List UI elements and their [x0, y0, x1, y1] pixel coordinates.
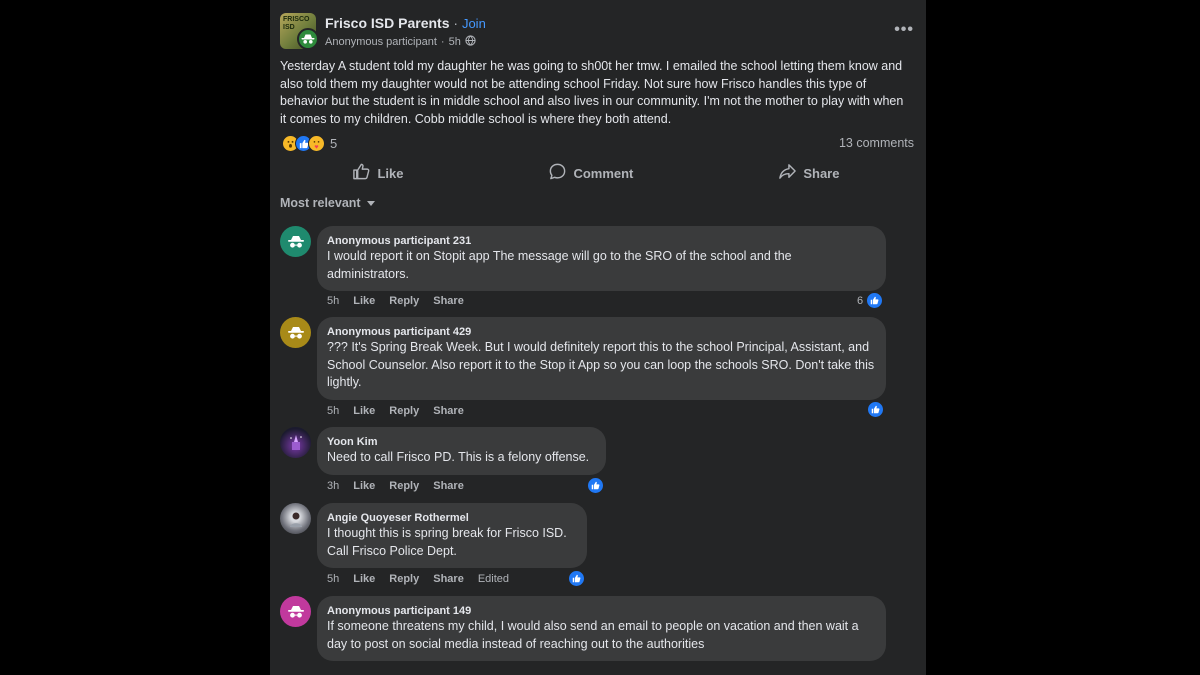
- comment-button-label: Comment: [573, 165, 634, 181]
- comment-share-link[interactable]: Share: [433, 295, 464, 307]
- comment-share-link[interactable]: Share: [433, 573, 464, 585]
- comment-actions: 5h Like Reply Share Edited: [327, 573, 509, 585]
- comment-count[interactable]: 13 comments: [839, 136, 914, 150]
- post-header: FRISCO ISD Frisco ISD Parents · Join Ano…: [280, 13, 920, 53]
- comment-reply-link[interactable]: Reply: [389, 295, 419, 307]
- comment-time[interactable]: 5h: [327, 573, 339, 585]
- comment-text: If someone threatens my child, I would a…: [327, 619, 859, 651]
- profile-avatar[interactable]: [280, 427, 311, 458]
- post-action-bar: Like Comment Share: [280, 158, 912, 188]
- post-time[interactable]: 5h: [449, 36, 461, 48]
- comment-like-count[interactable]: [867, 401, 884, 418]
- post-text: Yesterday A student told my daughter he …: [280, 59, 904, 126]
- facebook-post: FRISCO ISD Frisco ISD Parents · Join Ano…: [270, 0, 926, 675]
- comment-bubble: Anonymous participant 429 ??? It's Sprin…: [317, 317, 886, 400]
- comment-like-link[interactable]: Like: [353, 295, 375, 307]
- comment-like-link[interactable]: Like: [353, 405, 375, 417]
- like-reaction-icon: [587, 477, 604, 494]
- comment-bubble: Anonymous participant 231 I would report…: [317, 226, 886, 291]
- anonymous-avatar-icon: [297, 28, 319, 50]
- commenter-name[interactable]: Yoon Kim: [327, 435, 595, 449]
- separator-dot: ·: [440, 36, 445, 48]
- comment-bubble: Yoon Kim Need to call Frisco PD. This is…: [317, 427, 606, 475]
- post-author[interactable]: Anonymous participant: [325, 36, 437, 48]
- comment-text: Need to call Frisco PD. This is a felony…: [327, 450, 590, 464]
- comment-share-link[interactable]: Share: [433, 405, 464, 417]
- comment-like-count[interactable]: 6: [857, 292, 884, 309]
- caret-down-icon: [366, 200, 375, 206]
- comment-text: I thought this is spring break for Frisc…: [327, 526, 567, 558]
- group-name-line: Frisco ISD Parents · Join: [325, 15, 486, 31]
- anonymous-avatar-icon[interactable]: [280, 226, 311, 257]
- reaction-summary[interactable]: 5: [282, 135, 337, 152]
- globe-icon: [465, 35, 476, 49]
- separator-dot: ·: [453, 15, 459, 31]
- left-margin: [0, 0, 270, 675]
- comment-like-link[interactable]: Like: [353, 480, 375, 492]
- profile-avatar[interactable]: [280, 503, 311, 534]
- comment-actions: 5h Like Reply Share: [327, 405, 464, 417]
- join-link[interactable]: Join: [462, 16, 486, 31]
- sort-label: Most relevant: [280, 196, 361, 210]
- like-button-label: Like: [377, 165, 404, 181]
- reaction-count: 5: [330, 136, 338, 151]
- more-options-icon[interactable]: •••: [894, 21, 914, 39]
- commenter-name[interactable]: Anonymous participant 231: [327, 234, 875, 248]
- comment-text: ??? It's Spring Break Week. But I would …: [327, 340, 875, 389]
- like-reaction-icon: [867, 401, 884, 418]
- comment-like-link[interactable]: Like: [353, 573, 375, 585]
- comment-sort-dropdown[interactable]: Most relevant: [280, 196, 375, 210]
- commenter-name[interactable]: Angie Quoyeser Rothermel: [327, 511, 576, 525]
- anonymous-avatar-icon[interactable]: [280, 317, 311, 348]
- comment-like-count[interactable]: [568, 570, 585, 587]
- comment-reply-link[interactable]: Reply: [389, 573, 419, 585]
- commenter-name[interactable]: Anonymous participant 149: [327, 604, 875, 618]
- comment-time[interactable]: 5h: [327, 295, 339, 307]
- like-reaction-icon: [866, 292, 884, 309]
- like-reaction-icon: [568, 570, 585, 587]
- commenter-name[interactable]: Anonymous participant 429: [327, 325, 875, 339]
- edited-label: Edited: [477, 573, 510, 585]
- comment-bubble: Anonymous participant 149 If someone thr…: [317, 596, 886, 661]
- comment-reply-link[interactable]: Reply: [389, 480, 419, 492]
- comment-button[interactable]: Comment: [548, 162, 633, 184]
- group-name-link[interactable]: Frisco ISD Parents: [325, 15, 450, 31]
- share-arrow-icon: [778, 162, 797, 184]
- post-meta: Anonymous participant · 5h: [325, 35, 476, 49]
- comment-time[interactable]: 5h: [327, 405, 339, 417]
- share-button[interactable]: Share: [778, 162, 839, 184]
- comment-bubble-icon: [548, 162, 567, 184]
- thumbs-up-icon: [352, 162, 371, 184]
- anonymous-avatar-icon[interactable]: [280, 596, 311, 627]
- comment-share-link[interactable]: Share: [433, 480, 464, 492]
- right-margin: [926, 0, 1200, 675]
- share-button-label: Share: [803, 165, 840, 181]
- comment-time[interactable]: 3h: [327, 480, 339, 492]
- like-button[interactable]: Like: [352, 162, 403, 184]
- screen: FRISCO ISD Frisco ISD Parents · Join Ano…: [0, 0, 1200, 675]
- comment-reply-link[interactable]: Reply: [389, 405, 419, 417]
- comment-actions: 5h Like Reply Share: [327, 295, 464, 307]
- comment-bubble: Angie Quoyeser Rothermel I thought this …: [317, 503, 587, 568]
- care-reaction-icon: [308, 135, 325, 152]
- comment-text: I would report it on Stopit app The mess…: [327, 249, 792, 281]
- comment-like-count[interactable]: [587, 477, 604, 494]
- comment-actions: 3h Like Reply Share: [327, 480, 464, 492]
- like-count: 6: [857, 294, 864, 307]
